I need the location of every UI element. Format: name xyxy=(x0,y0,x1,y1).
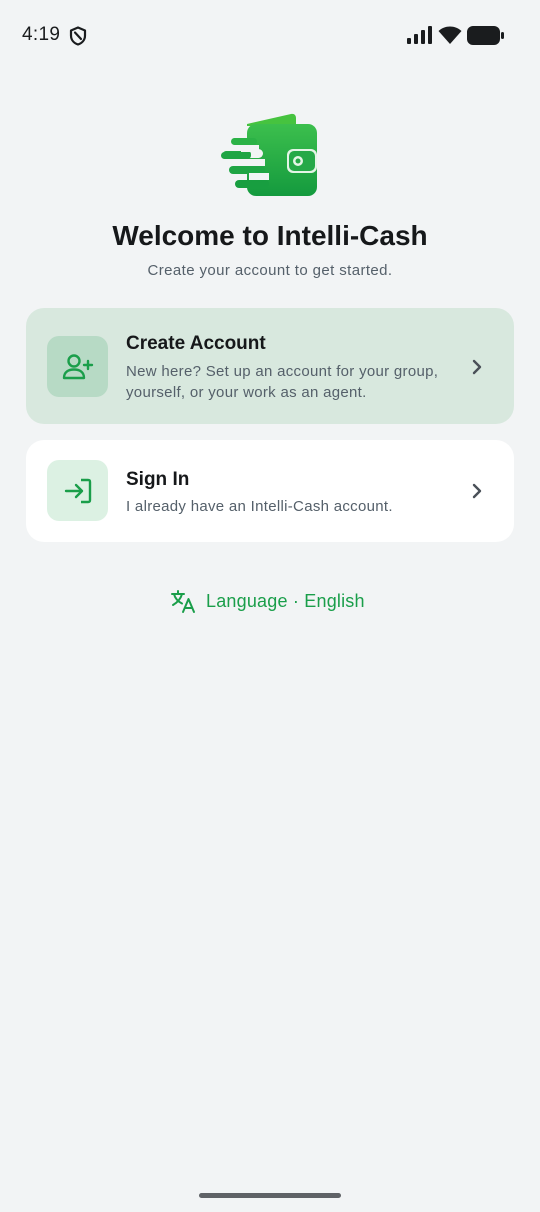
home-indicator[interactable] xyxy=(199,1193,341,1198)
create-account-description: New here? Set up an account for your gro… xyxy=(126,363,439,401)
create-account-icon-box xyxy=(47,336,108,397)
shield-icon xyxy=(69,26,87,46)
signal-icon xyxy=(407,26,432,44)
language-selector-link[interactable]: Language · English xyxy=(170,586,365,616)
language-label: Language · English xyxy=(206,590,365,611)
wifi-icon xyxy=(438,26,462,44)
chevron-right-icon xyxy=(472,359,482,375)
chevron-right-icon xyxy=(472,483,482,499)
status-time: 4:19 xyxy=(22,24,61,45)
create-account-title: Create Account xyxy=(126,333,266,354)
sign-in-title: Sign In xyxy=(126,469,190,490)
sign-in-description: I already have an Intelli-Cash account. xyxy=(126,498,393,515)
sign-in-card[interactable]: Sign In I already have an Intelli-Cash a… xyxy=(26,440,514,542)
status-bar: 4:19 xyxy=(0,0,540,72)
create-account-card[interactable]: Create Account New here? Set up an accou… xyxy=(26,308,514,424)
page-subtitle: Create your account to get started. xyxy=(147,262,393,279)
wallet-logo-icon xyxy=(221,113,317,196)
sign-in-icon-box xyxy=(47,460,108,521)
battery-icon xyxy=(467,26,504,45)
welcome-screen: 4:19 Welcome to Intelli-Cash Create your… xyxy=(0,0,540,1212)
page-title: Welcome to Intelli-Cash xyxy=(112,220,428,251)
translate-icon xyxy=(171,590,195,613)
login-icon xyxy=(64,478,91,503)
person-add-icon xyxy=(62,353,93,379)
